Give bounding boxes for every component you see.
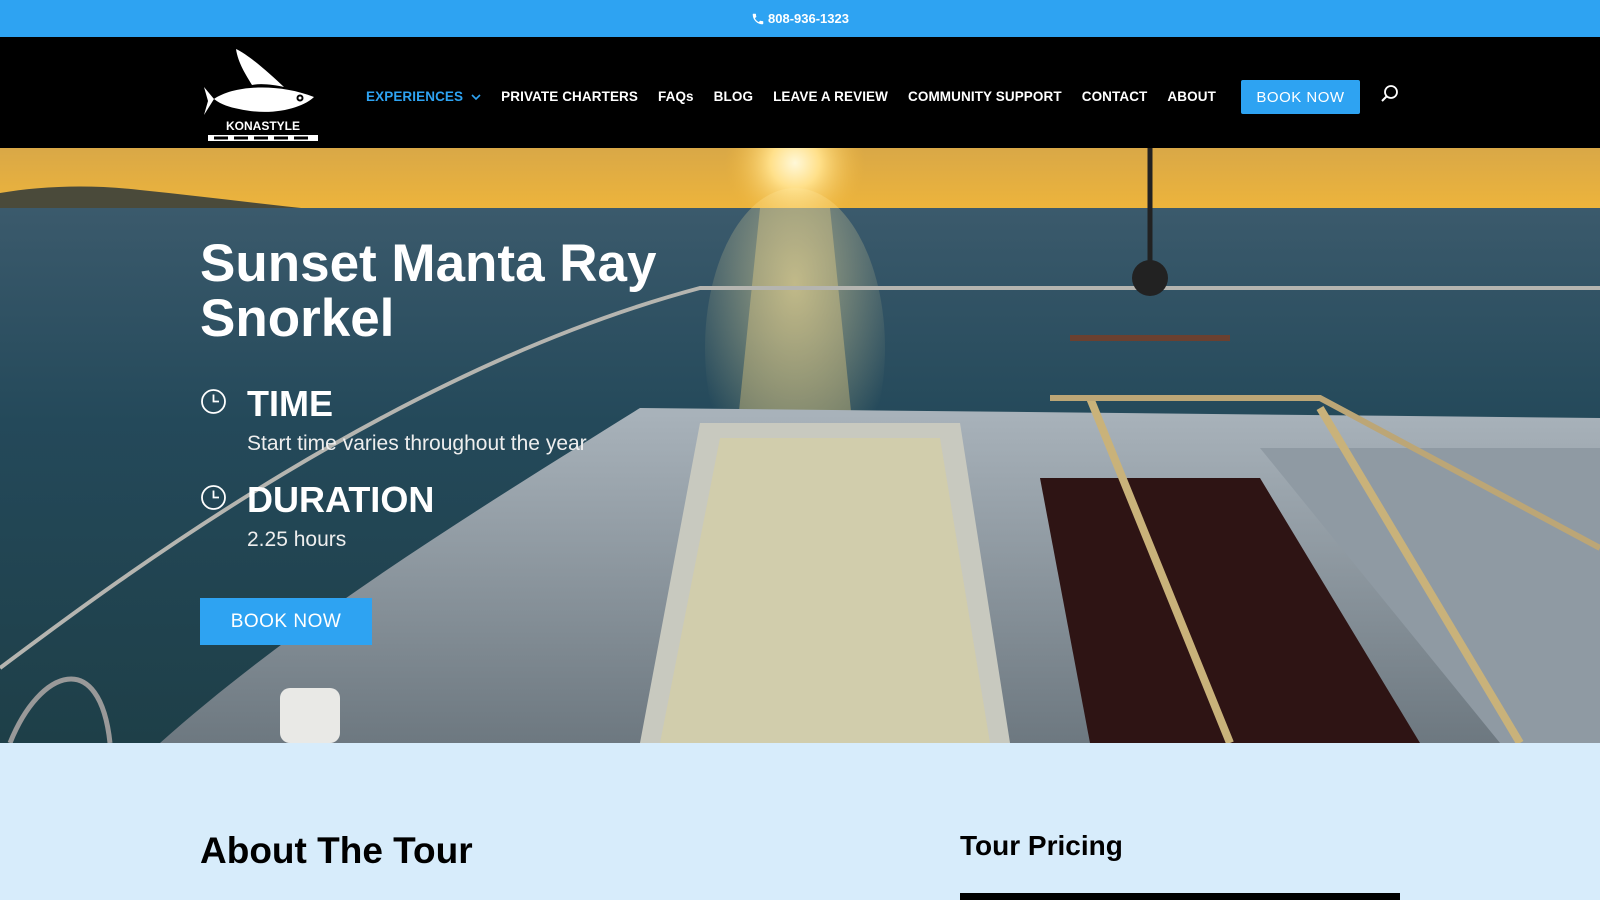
- top-contact-bar: 808-936-1323: [0, 0, 1600, 37]
- nav-contact[interactable]: CONTACT: [1082, 89, 1148, 104]
- nav-about[interactable]: ABOUT: [1167, 89, 1216, 104]
- konastyle-logo[interactable]: KONASTYLE: [204, 45, 322, 143]
- nav-leave-a-review[interactable]: LEAVE A REVIEW: [773, 89, 888, 104]
- tour-pricing-heading: Tour Pricing: [960, 830, 1123, 861]
- search-icon[interactable]: [1380, 84, 1400, 104]
- time-info: TIME Start time varies throughout the ye…: [200, 384, 587, 458]
- nav-blog[interactable]: BLOG: [714, 89, 753, 104]
- nav-private-charters[interactable]: PRIVATE CHARTERS: [501, 89, 638, 104]
- duration-value: 2.25 hours: [247, 528, 347, 551]
- about-tour-heading: About The Tour: [200, 830, 473, 871]
- site-header: KONASTYLE EXPERIENCES PRIVATE CHARTERS F…: [0, 37, 1600, 148]
- duration-info: DURATION 2.25 hours: [200, 480, 434, 554]
- pricing-table-header: [960, 893, 1400, 900]
- phone-number-link[interactable]: 808-936-1323: [768, 11, 849, 26]
- hero-title: Sunset Manta Ray Snorkel: [200, 234, 657, 348]
- svg-text:KONASTYLE: KONASTYLE: [226, 119, 300, 133]
- main-nav: EXPERIENCES PRIVATE CHARTERS FAQs BLOG L…: [366, 89, 1236, 104]
- hero-book-now-button[interactable]: BOOK NOW: [200, 598, 372, 645]
- clock-icon: [200, 388, 227, 415]
- nav-faqs[interactable]: FAQs: [658, 89, 694, 104]
- time-value: Start time varies throughout the year: [247, 432, 587, 455]
- nav-experiences-label: EXPERIENCES: [366, 89, 464, 104]
- time-label: TIME: [247, 383, 333, 424]
- duration-label: DURATION: [247, 479, 435, 520]
- nav-experiences[interactable]: EXPERIENCES: [366, 89, 481, 104]
- hero-section: Sunset Manta Ray Snorkel TIME Start time…: [0, 148, 1600, 743]
- chevron-down-icon: [471, 93, 481, 101]
- clock-icon: [200, 484, 227, 511]
- header-book-now-button[interactable]: BOOK NOW: [1241, 80, 1360, 114]
- phone-icon: [751, 12, 765, 26]
- nav-community-support[interactable]: COMMUNITY SUPPORT: [908, 89, 1062, 104]
